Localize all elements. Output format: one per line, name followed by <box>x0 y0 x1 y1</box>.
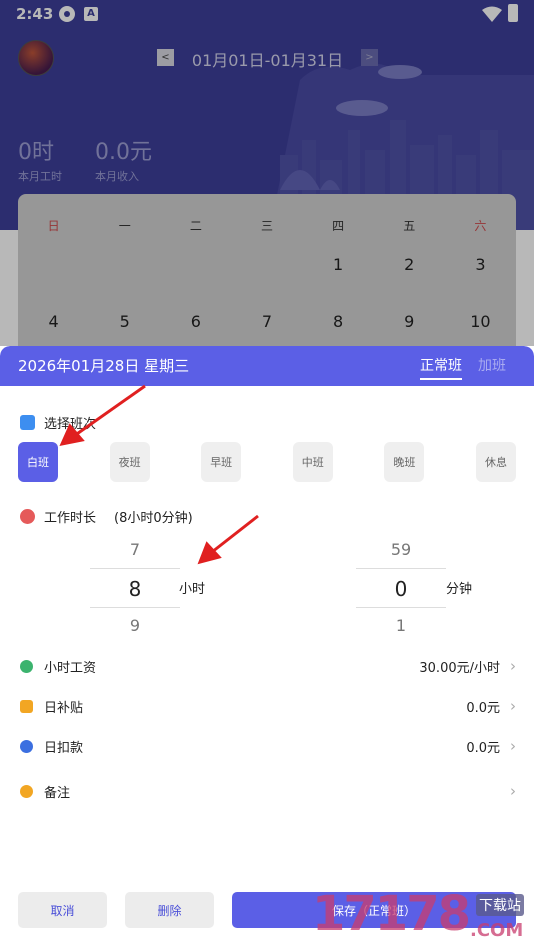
daily-deduction-label: 日扣款 <box>44 740 84 756</box>
watermark-domain: .COM <box>470 920 524 941</box>
minutes-current[interactable]: 0 <box>356 568 446 608</box>
chevron-right-icon: › <box>510 697 516 715</box>
shift-evening-button[interactable]: 晚班 <box>384 442 425 482</box>
hours-picker[interactable]: 7 8 9 <box>90 536 180 640</box>
hourly-wage-value: 30.00元/小时 <box>419 660 500 676</box>
work-duration-summary: (8小时0分钟) <box>114 511 193 526</box>
hours-next[interactable]: 9 <box>90 612 180 640</box>
watermark-logo: 17178 <box>312 886 471 942</box>
daily-deduction-row[interactable]: 日扣款 0.0元 › <box>20 734 520 758</box>
chevron-right-icon: › <box>510 737 516 755</box>
shift-middle-button[interactable]: 中班 <box>292 442 333 482</box>
shift-options: 白班 夜班 早班 中班 晚班 休息 <box>18 442 516 482</box>
modal-backdrop[interactable] <box>0 0 534 346</box>
minutes-picker[interactable]: 59 0 1 <box>356 536 446 640</box>
shift-rest-button[interactable]: 休息 <box>475 442 516 482</box>
chevron-right-icon: › <box>510 657 516 675</box>
chevron-right-icon: › <box>510 782 516 800</box>
shift-day-button[interactable]: 白班 <box>18 442 58 482</box>
cancel-button[interactable]: 取消 <box>18 892 107 928</box>
shift-night-button[interactable]: 夜班 <box>109 442 150 482</box>
daily-allowance-row[interactable]: 日补贴 0.0元 › <box>20 694 520 718</box>
sheet-header: 2026年01月28日 星期三 正常班 加班 <box>0 346 534 386</box>
tab-overtime[interactable]: 加班 <box>478 355 506 375</box>
hours-unit-label: 小时 <box>179 582 206 597</box>
daily-allowance-value: 0.0元 <box>466 700 500 716</box>
hourly-wage-row[interactable]: 小时工资 30.00元/小时 › <box>20 654 520 678</box>
tab-normal-shift[interactable]: 正常班 <box>420 355 462 380</box>
hourly-wage-label: 小时工资 <box>44 660 97 676</box>
hours-prev[interactable]: 7 <box>90 536 180 564</box>
clock-icon <box>20 509 35 524</box>
briefcase-icon <box>20 415 35 430</box>
minutes-unit-label: 分钟 <box>446 582 473 597</box>
minutes-prev[interactable]: 59 <box>356 536 446 564</box>
shift-morning-button[interactable]: 早班 <box>201 442 242 482</box>
note-row[interactable]: 备注 › <box>20 779 520 803</box>
money-bag-icon <box>20 659 33 673</box>
work-duration-title: 工作时长 (8小时0分钟) <box>20 507 193 526</box>
shift-edit-sheet: 2026年01月28日 星期三 正常班 加班 选择班次 白班 夜班 早班 中班 … <box>0 346 534 950</box>
delete-button[interactable]: 删除 <box>125 892 214 928</box>
note-label: 备注 <box>44 785 71 801</box>
watermark-site-label: 下载站 <box>476 894 524 916</box>
work-duration-label: 工作时长 <box>44 511 97 526</box>
hours-current[interactable]: 8 <box>90 568 180 608</box>
yen-icon <box>20 739 33 753</box>
ticket-icon <box>20 699 33 713</box>
sheet-date: 2026年01月28日 星期三 <box>18 357 190 375</box>
minutes-next[interactable]: 1 <box>356 612 446 640</box>
shift-section-title: 选择班次 <box>20 413 96 432</box>
info-icon <box>20 784 33 798</box>
shift-section-label: 选择班次 <box>44 417 97 432</box>
daily-deduction-value: 0.0元 <box>466 740 500 756</box>
daily-allowance-label: 日补贴 <box>44 700 84 716</box>
